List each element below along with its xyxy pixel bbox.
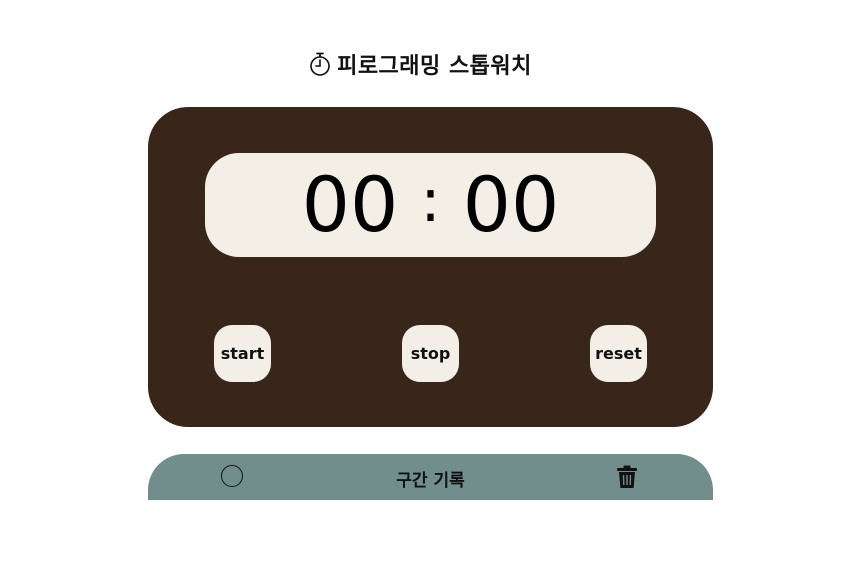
- lap-records-header: 구간 기록: [148, 454, 713, 500]
- page-title: 피로그래밍 스톱워치: [0, 48, 841, 82]
- stopwatch-card: 00 : 00 start stop reset: [148, 107, 713, 427]
- page-title-text: 피로그래밍 스톱워치: [337, 54, 532, 79]
- time-display: 00 : 00: [205, 153, 656, 257]
- start-button[interactable]: start: [214, 325, 271, 382]
- reset-button[interactable]: reset: [590, 325, 647, 382]
- stopwatch-page: 피로그래밍 스톱워치 00 : 00 start stop reset 구간 기…: [0, 0, 841, 563]
- seconds-readout: 00: [301, 160, 399, 249]
- centiseconds-readout: 00: [462, 160, 560, 249]
- stop-button[interactable]: stop: [402, 325, 459, 382]
- stopwatch-icon: [309, 52, 331, 82]
- trash-icon[interactable]: [616, 465, 638, 489]
- time-separator: :: [420, 166, 441, 236]
